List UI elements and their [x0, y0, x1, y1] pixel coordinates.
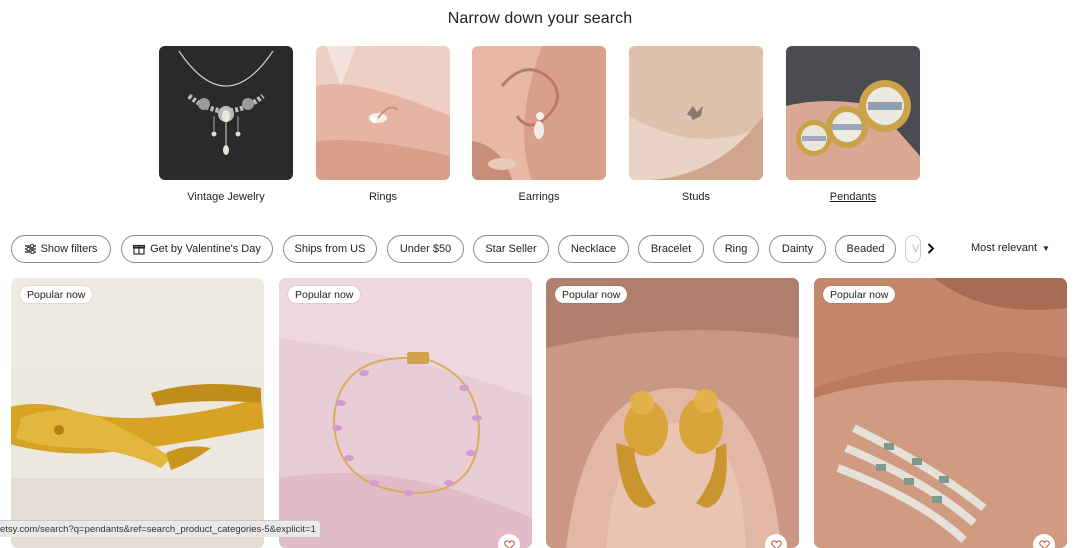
- filter-ring[interactable]: Ring: [713, 235, 759, 263]
- show-filters-label: Show filters: [40, 243, 98, 255]
- popular-badge: Popular now: [555, 286, 628, 303]
- heart-icon: [770, 540, 782, 548]
- heart-icon: [503, 540, 515, 548]
- caret-down-icon: ▼: [1042, 243, 1050, 253]
- category-vintage-jewelry[interactable]: Vintage Jewelry: [159, 46, 293, 203]
- filter-under-50[interactable]: Under $50: [387, 235, 464, 263]
- beaded-label: Beaded: [846, 243, 885, 255]
- listing-card[interactable]: Popular now: [814, 278, 1067, 548]
- filter-bracelet[interactable]: Bracelet: [638, 235, 704, 263]
- filter-bar: Show filters Get by Valentine's Day Ship…: [0, 235, 1080, 265]
- category-label[interactable]: Vintage Jewelry: [159, 191, 293, 203]
- category-image-rings[interactable]: [316, 46, 450, 180]
- ships-from-label: Ships from US: [294, 243, 366, 255]
- filter-necklace[interactable]: Necklace: [558, 235, 629, 263]
- heart-icon: [1038, 540, 1050, 548]
- category-rings[interactable]: Rings: [316, 46, 450, 203]
- popular-badge: Popular now: [288, 286, 361, 303]
- category-studs[interactable]: Studs: [629, 46, 763, 203]
- filters-scroll-right-button[interactable]: [921, 240, 941, 260]
- star-seller-label: Star Seller: [485, 243, 537, 255]
- listing-card[interactable]: Popular now: [11, 278, 264, 548]
- category-image-vintage-jewelry[interactable]: [159, 46, 293, 180]
- listing-image-crystal-bracelet[interactable]: [279, 278, 532, 548]
- listing-image-stacked-rings[interactable]: [814, 278, 1067, 548]
- popular-badge: Popular now: [20, 286, 93, 303]
- category-label[interactable]: Pendants: [786, 191, 920, 203]
- filter-star-seller[interactable]: Star Seller: [473, 235, 549, 263]
- popular-badge: Popular now: [823, 286, 896, 303]
- status-bar-url: etsy.com/search?q=pendants&ref=search_pr…: [0, 520, 321, 537]
- under-50-label: Under $50: [399, 243, 452, 255]
- category-carousel: Vintage Jewelry Rings Earrings Studs Pen…: [0, 46, 1080, 206]
- filter-valentines-day[interactable]: Get by Valentine's Day: [121, 235, 273, 263]
- filter-beaded[interactable]: Beaded: [835, 235, 896, 263]
- listing-image-gold-fish-bangle[interactable]: [11, 278, 264, 548]
- listing-card[interactable]: Popular now: [546, 278, 799, 548]
- category-image-pendants[interactable]: [786, 46, 920, 180]
- ring-label: Ring: [724, 243, 748, 255]
- bracelet-label: Bracelet: [650, 243, 692, 255]
- sort-label: Most relevant: [971, 242, 1038, 254]
- section-title: Narrow down your search: [447, 10, 633, 27]
- category-pendants[interactable]: Pendants: [786, 46, 920, 203]
- listing-card[interactable]: Popular now: [279, 278, 532, 548]
- show-filters-button[interactable]: Show filters: [11, 235, 111, 263]
- filter-ships-from[interactable]: Ships from US: [283, 235, 377, 263]
- category-image-studs[interactable]: [629, 46, 763, 180]
- sort-dropdown[interactable]: Most relevant ▼: [971, 242, 1050, 254]
- filter-dainty[interactable]: Dainty: [769, 235, 826, 263]
- listing-image-cherub-ring[interactable]: [546, 278, 799, 548]
- category-label[interactable]: Rings: [316, 191, 450, 203]
- category-image-earrings[interactable]: [472, 46, 606, 180]
- gift-icon: [133, 243, 146, 255]
- filter-partial[interactable]: V: [905, 235, 921, 263]
- category-earrings[interactable]: Earrings: [472, 46, 606, 203]
- listing-grid: Popular now Popular now Popular now Popu…: [0, 278, 1080, 548]
- category-label[interactable]: Studs: [629, 191, 763, 203]
- chevron-right-icon: [927, 241, 935, 259]
- necklace-label: Necklace: [570, 243, 617, 255]
- category-label[interactable]: Earrings: [472, 191, 606, 203]
- sliders-icon: [24, 244, 36, 254]
- valentines-label: Get by Valentine's Day: [150, 243, 261, 255]
- dainty-label: Dainty: [781, 243, 814, 255]
- partial-chip-label: V: [912, 243, 920, 255]
